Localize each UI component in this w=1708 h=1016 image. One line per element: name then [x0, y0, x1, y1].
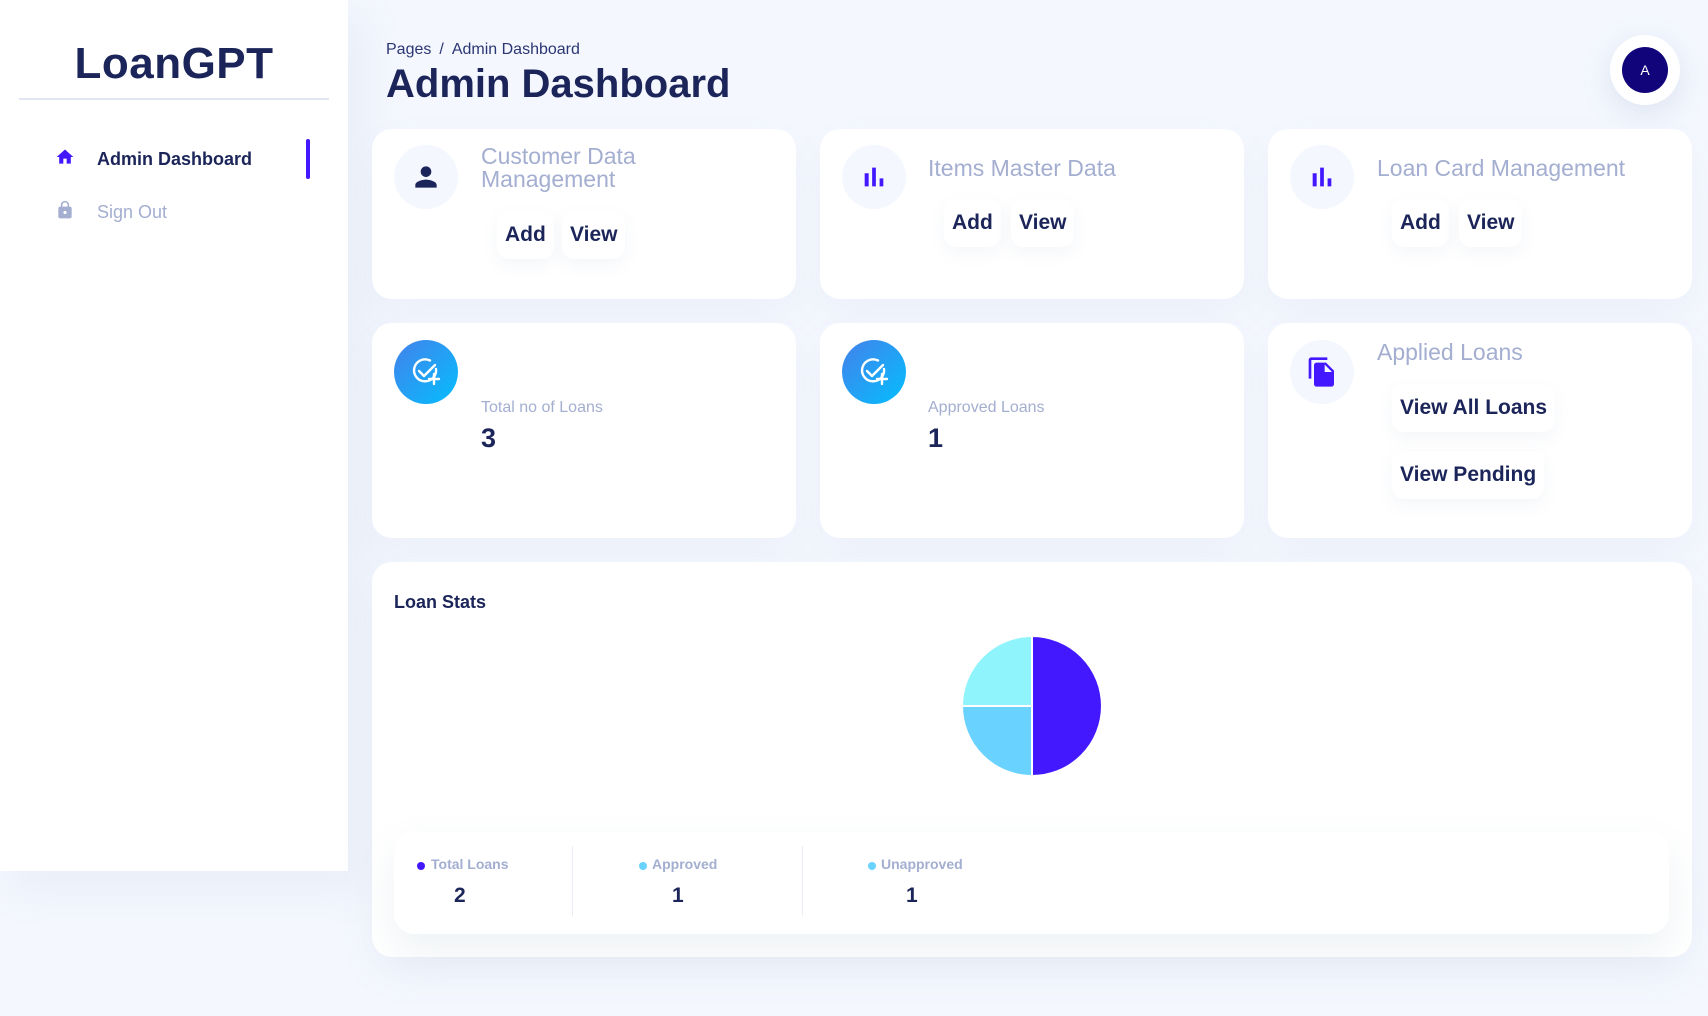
- applied-loans-card: Applied Loans View All Loans View Pendin…: [1268, 323, 1692, 538]
- loan-stats-pie-chart: [960, 634, 1103, 778]
- avatar-container: A: [1610, 35, 1680, 105]
- legend-approved: Approved 1: [572, 832, 802, 934]
- check-add-icon-circle: [394, 340, 458, 404]
- sidebar-item-sign-out[interactable]: Sign Out: [0, 190, 348, 234]
- bar-chart-icon-circle: [1290, 145, 1354, 209]
- legend-value: 1: [906, 884, 918, 907]
- active-indicator: [306, 139, 310, 179]
- sidebar: LoanGPT Admin Dashboard Sign Out: [0, 0, 348, 871]
- chart-title: Loan Stats: [394, 592, 487, 612]
- customer-add-button[interactable]: Add: [497, 211, 554, 259]
- breadcrumb: Pages / Admin Dashboard: [386, 40, 580, 60]
- stat-label: Approved Loans: [928, 399, 1045, 416]
- pie-slice-approved: [960, 705, 1033, 778]
- check-add-icon-circle: [842, 340, 906, 404]
- breadcrumb-pages[interactable]: Pages: [386, 40, 431, 60]
- customer-data-card: Customer Data Management Add View: [372, 129, 796, 299]
- legend-label: Approved: [652, 856, 718, 872]
- loan-card-management-card: Loan Card Management Add View: [1268, 129, 1692, 299]
- breadcrumb-current: Admin Dashboard: [451, 41, 580, 58]
- avatar[interactable]: A: [1622, 47, 1668, 93]
- card-title: Items Master Data: [928, 155, 1116, 181]
- card-title-line2: Management: [481, 166, 616, 192]
- legend-total-loans: Total Loans 2: [394, 832, 572, 934]
- view-all-loans-button[interactable]: View All Loans: [1392, 384, 1556, 432]
- pie-slice-unapproved: [960, 634, 1033, 707]
- card-title: Customer Data Management: [481, 145, 636, 191]
- view-pending-button[interactable]: View Pending: [1392, 451, 1545, 499]
- home-icon: [55, 147, 75, 167]
- brand-logo: LoanGPT: [19, 36, 329, 100]
- card-title-line1: Customer Data: [481, 143, 636, 169]
- document-icon: [1308, 357, 1334, 387]
- pie-slice-total-loans: [1031, 634, 1103, 778]
- page-title: Admin Dashboard: [386, 62, 731, 106]
- lock-icon: [55, 200, 75, 220]
- items-view-button[interactable]: View: [1011, 199, 1075, 247]
- approved-loans-card: Approved Loans 1: [820, 323, 1244, 538]
- card-title: Loan Card Management: [1377, 155, 1626, 181]
- items-add-button[interactable]: Add: [944, 199, 1001, 247]
- legend-dot: [868, 862, 876, 870]
- loan-stats-legend: Total Loans 2 Approved 1 Unapproved 1: [394, 832, 1669, 934]
- stat-value: 1: [928, 423, 944, 453]
- sidebar-item-label: Admin Dashboard: [97, 149, 253, 169]
- legend-dot: [417, 862, 425, 870]
- breadcrumb-separator: /: [439, 41, 444, 58]
- legend-unapproved: Unapproved 1: [802, 832, 1032, 934]
- legend-value: 1: [672, 884, 684, 907]
- legend-dot: [639, 862, 647, 870]
- items-master-card: Items Master Data Add View: [820, 129, 1244, 299]
- legend-value: 2: [454, 884, 466, 907]
- person-icon: [415, 166, 437, 188]
- check-add-icon: [412, 358, 441, 386]
- legend-label: Unapproved: [881, 856, 963, 872]
- card-title: Applied Loans: [1377, 339, 1523, 365]
- sidebar-item-admin-dashboard[interactable]: Admin Dashboard: [0, 137, 348, 181]
- bar-chart-icon-circle: [842, 145, 906, 209]
- person-icon-circle: [394, 145, 458, 209]
- customer-view-button[interactable]: View: [562, 211, 626, 259]
- legend-label: Total Loans: [431, 856, 509, 872]
- loan-card-add-button[interactable]: Add: [1392, 199, 1449, 247]
- sidebar-item-label: Sign Out: [97, 202, 168, 222]
- document-icon-circle: [1290, 340, 1354, 404]
- bar-chart-icon: [1312, 167, 1332, 187]
- bar-chart-icon: [864, 167, 884, 187]
- loan-stats-card: Loan Stats Total Loans 2 Approved 1 Unap…: [372, 562, 1692, 957]
- check-add-icon: [860, 358, 889, 386]
- stat-label: Total no of Loans: [481, 399, 603, 416]
- loan-card-view-button[interactable]: View: [1459, 199, 1523, 247]
- stat-value: 3: [481, 423, 497, 453]
- total-loans-card: Total no of Loans 3: [372, 323, 796, 538]
